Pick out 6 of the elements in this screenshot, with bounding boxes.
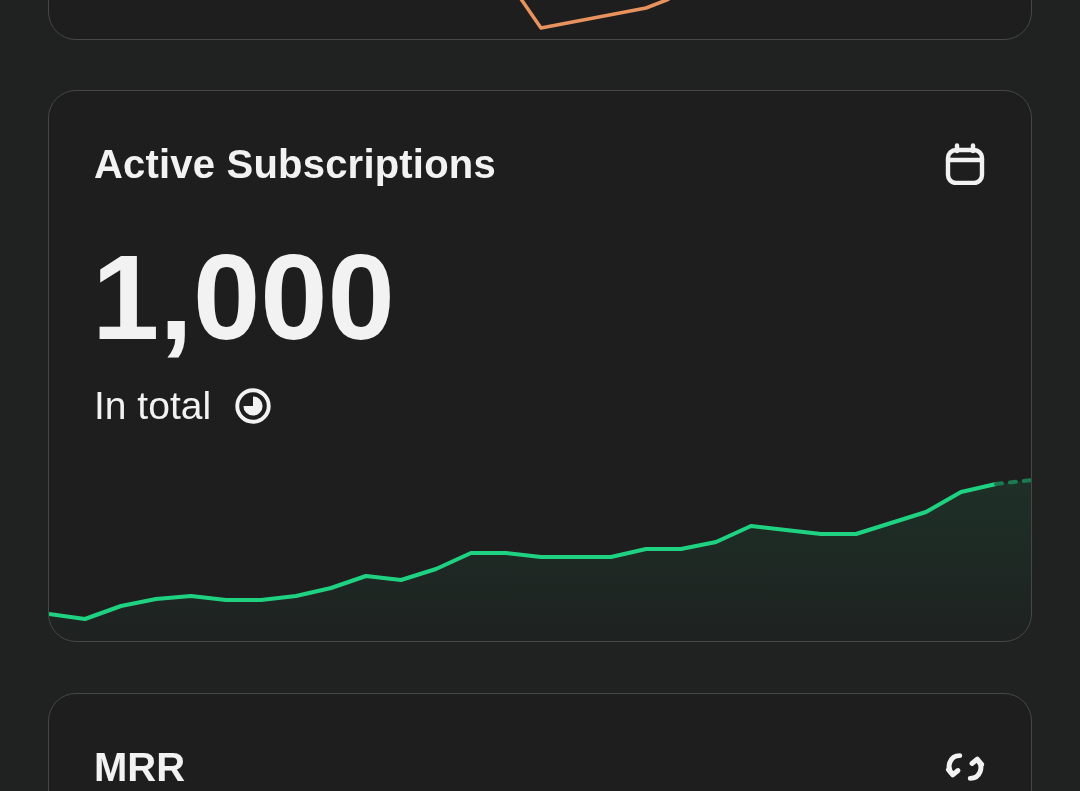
subscription-count: 1,000 <box>92 237 395 358</box>
card-title: Active Subscriptions <box>94 144 496 184</box>
caption-text: In total <box>94 386 212 425</box>
card-title: MRR <box>94 747 186 787</box>
pie-clock-icon <box>235 387 272 424</box>
calendar-icon <box>945 143 985 185</box>
